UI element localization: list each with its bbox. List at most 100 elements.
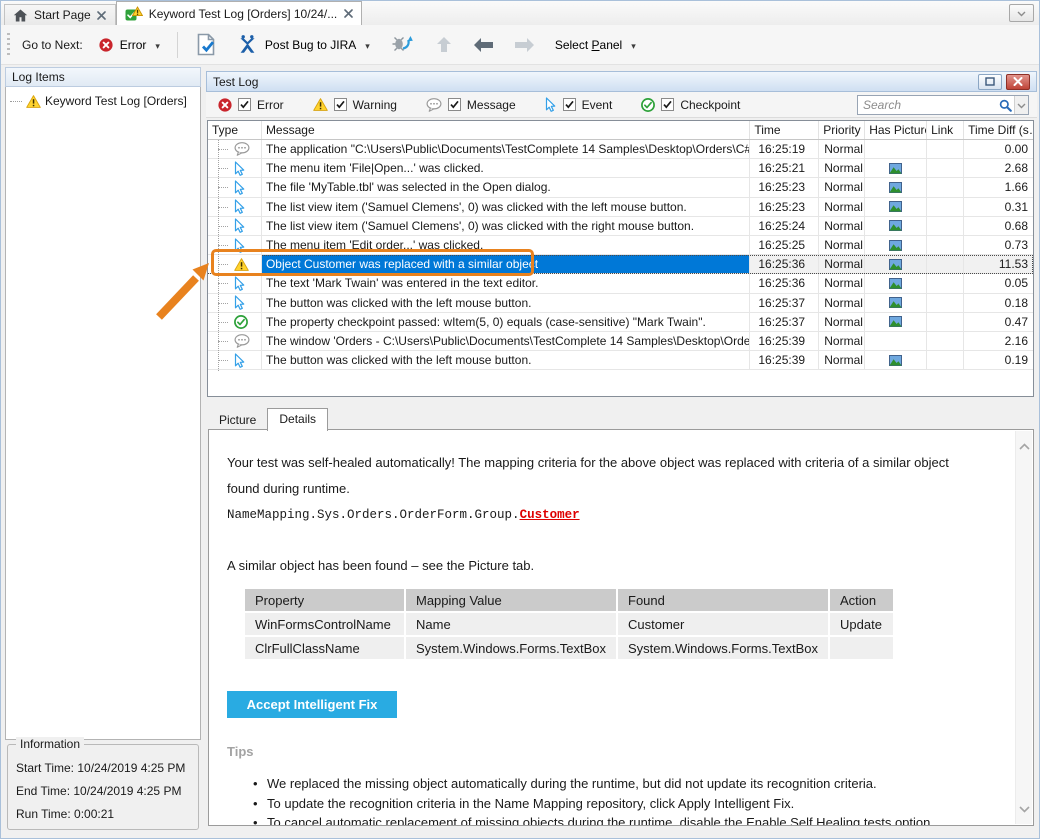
log-row[interactable]: The list view item ('Samuel Clemens', 0)… (208, 198, 1033, 217)
filter-checkpoint: Checkpoint (641, 98, 740, 112)
column-header-has-picture[interactable]: Has Picture (865, 121, 927, 139)
log-row[interactable]: The application "C:\Users\Public\Documen… (208, 140, 1033, 159)
post-bug-to-jira-button[interactable]: Post Bug to JIRA (231, 30, 376, 59)
search-dropdown-button[interactable] (1014, 96, 1028, 114)
time-diff-cell: 0.68 (964, 217, 1033, 235)
warning-checkbox[interactable] (334, 98, 347, 111)
filter-warning: Warning (313, 98, 397, 112)
go-forward-button[interactable] (508, 33, 541, 57)
log-items-tree: Keyword Test Log [Orders] (5, 87, 201, 740)
column-header-time[interactable]: Time (750, 121, 819, 139)
picture-icon (889, 163, 902, 174)
tab-label: Keyword Test Log [Orders] 10/24/... (149, 7, 338, 21)
mapping-cell: Name (406, 613, 616, 635)
restore-panel-button[interactable] (978, 74, 1002, 90)
priority-cell: Normal (819, 274, 865, 292)
log-row[interactable]: The menu item 'File|Open...' was clicked… (208, 159, 1033, 178)
warning-icon (26, 95, 41, 108)
search-icon[interactable] (997, 99, 1014, 112)
jira-icon (237, 34, 258, 55)
close-tab-icon[interactable] (97, 10, 107, 20)
mapping-col-header: Mapping Value (406, 589, 616, 611)
toolbar-grip[interactable] (7, 33, 10, 57)
event-checkbox[interactable] (563, 98, 576, 111)
column-header-type[interactable]: Type (208, 121, 262, 139)
time-cell: 16:25:21 (750, 159, 819, 177)
log-row[interactable]: The property checkpoint passed: wItem(5,… (208, 313, 1033, 332)
end-time-text: End Time: 10/24/2019 4:25 PM (16, 780, 190, 803)
warning-icon (313, 98, 328, 111)
details-scrollbar[interactable] (1015, 431, 1032, 824)
error-icon (99, 38, 113, 52)
tab-picture[interactable]: Picture (208, 410, 267, 430)
log-row[interactable]: The text 'Mark Twain' was entered in the… (208, 274, 1033, 293)
log-row[interactable]: The menu item 'Edit order...' was clicke… (208, 236, 1033, 255)
log-row[interactable]: The window 'Orders - C:\Users\Public\Doc… (208, 332, 1033, 351)
filter-bar: Error Warning Message Event Checkpoint (206, 92, 1037, 118)
log-row[interactable]: The button was clicked with the left mou… (208, 294, 1033, 313)
priority-cell: Normal (819, 294, 865, 312)
column-header-priority[interactable]: Priority (819, 121, 865, 139)
message-icon (234, 334, 250, 348)
dropdown-caret-icon[interactable] (629, 38, 636, 52)
customer-object-link[interactable]: Customer (520, 508, 580, 522)
message-icon (426, 98, 442, 112)
column-header-link[interactable]: Link (927, 121, 964, 139)
search-input[interactable] (858, 98, 997, 112)
error-checkbox[interactable] (238, 98, 251, 111)
report-bug-button[interactable] (384, 30, 421, 59)
column-header-time-diff[interactable]: Time Diff (s… (964, 121, 1033, 139)
link-cell (927, 332, 964, 350)
scroll-down-icon[interactable] (1019, 802, 1030, 816)
log-table-body: The application "C:\Users\Public\Documen… (208, 140, 1033, 370)
log-row[interactable]: The list view item ('Samuel Clemens', 0)… (208, 217, 1033, 236)
time-cell: 16:25:39 (750, 351, 819, 369)
select-panel-button[interactable]: Select Panel (549, 34, 642, 56)
message-checkbox[interactable] (448, 98, 461, 111)
message-cell: The list view item ('Samuel Clemens', 0)… (262, 198, 750, 216)
priority-cell: Normal (819, 217, 865, 235)
filter-event: Event (545, 97, 613, 112)
link-cell (927, 198, 964, 216)
tree-rail (218, 140, 219, 371)
go-back-button[interactable] (467, 33, 500, 57)
accept-intelligent-fix-button[interactable]: Accept Intelligent Fix (227, 691, 397, 718)
tree-connector (218, 303, 228, 304)
mapping-cell: WinFormsControlName (245, 613, 404, 635)
dropdown-caret-icon[interactable] (363, 38, 370, 52)
tab-label: Start Page (34, 8, 91, 22)
message-cell: The menu item 'File|Open...' was clicked… (262, 159, 750, 177)
tree-connector (218, 226, 228, 227)
dropdown-caret-icon[interactable] (153, 38, 160, 52)
mapping-table: PropertyMapping ValueFoundActionWinForms… (243, 587, 895, 661)
link-cell (927, 313, 964, 331)
message-icon (234, 142, 250, 156)
run-time-text: Run Time: 0:00:21 (16, 803, 190, 826)
scroll-up-icon[interactable] (1019, 439, 1030, 453)
message-cell: The button was clicked with the left mou… (262, 294, 750, 312)
message-cell: The file 'MyTable.tbl' was selected in t… (262, 178, 750, 196)
tree-connector (218, 264, 228, 265)
message-cell: The text 'Mark Twain' was entered in the… (262, 274, 750, 292)
close-panel-button[interactable] (1006, 74, 1030, 90)
information-group: Information Start Time: 10/24/2019 4:25 … (7, 744, 199, 830)
chevron-down-icon (1017, 6, 1026, 20)
tree-item-keyword-test-log[interactable]: Keyword Test Log [Orders] (10, 92, 196, 110)
time-cell: 16:25:25 (750, 236, 819, 254)
go-up-button[interactable] (429, 31, 459, 58)
tab-details[interactable]: Details (267, 408, 328, 431)
link-cell (927, 274, 964, 292)
tab-keyword-test-log[interactable]: Keyword Test Log [Orders] 10/24/... (116, 1, 363, 25)
log-row[interactable]: The button was clicked with the left mou… (208, 351, 1033, 370)
tab-start-page[interactable]: Start Page (4, 4, 116, 25)
log-row[interactable]: The file 'MyTable.tbl' was selected in t… (208, 178, 1033, 197)
close-tab-icon[interactable] (343, 9, 353, 19)
tab-list-dropdown-button[interactable] (1009, 4, 1034, 22)
checkpoint-checkbox[interactable] (661, 98, 674, 111)
detail-tabs: Picture Details (208, 406, 328, 430)
column-header-message[interactable]: Message (262, 121, 750, 139)
log-row[interactable]: Object Customer was replaced with a simi… (208, 255, 1033, 274)
mapping-cell: ClrFullClassName (245, 637, 404, 659)
goto-next-error-button[interactable]: Error (93, 34, 166, 56)
create-issue-button[interactable] (189, 29, 223, 60)
